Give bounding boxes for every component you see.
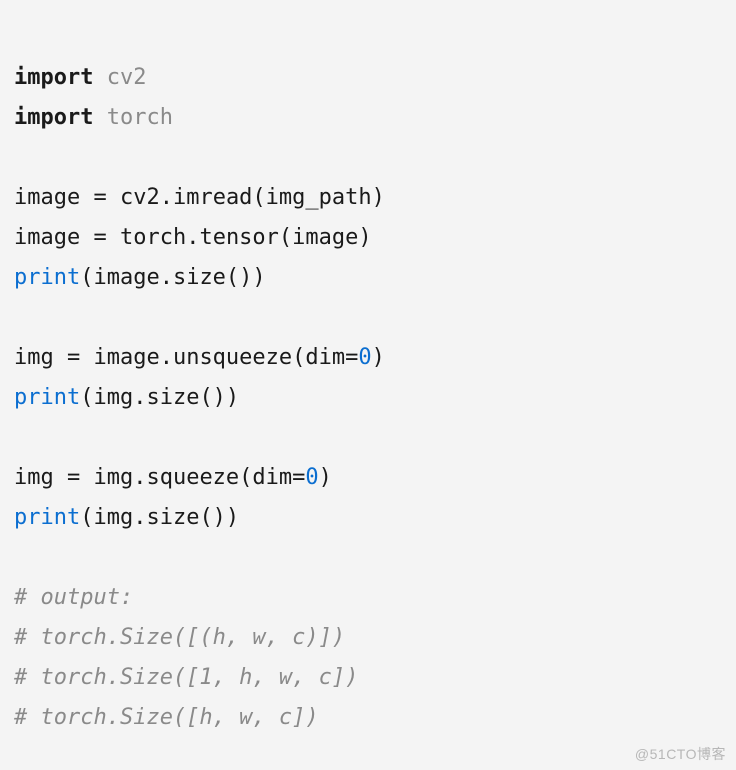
watermark: @51CTO博客 bbox=[635, 744, 726, 764]
expr-part: image.unsqueeze(dim bbox=[80, 345, 345, 370]
code-line-1: import cv2 bbox=[14, 65, 146, 90]
expr-part: img.squeeze(dim bbox=[80, 465, 292, 490]
code-line-4: image = cv2.imread(img_path) bbox=[14, 185, 385, 210]
paren-close: ) bbox=[319, 465, 332, 490]
module-cv2: cv2 bbox=[107, 65, 147, 90]
expr: cv2.imread(img_path) bbox=[107, 185, 385, 210]
call-args: (image.size()) bbox=[80, 265, 265, 290]
func-print: print bbox=[14, 385, 80, 410]
paren-close: ) bbox=[372, 345, 385, 370]
assign-op: = bbox=[67, 345, 80, 370]
module-torch: torch bbox=[107, 105, 173, 130]
keyword-import: import bbox=[14, 65, 93, 90]
assign-op: = bbox=[93, 185, 106, 210]
func-print: print bbox=[14, 505, 80, 530]
code-line-5: image = torch.tensor(image) bbox=[14, 225, 372, 250]
code-line-9: print(img.size()) bbox=[14, 385, 239, 410]
comment-size-3: # torch.Size([h, w, c]) bbox=[14, 705, 319, 730]
var-image: image bbox=[14, 185, 93, 210]
code-line-8: img = image.unsqueeze(dim=0) bbox=[14, 345, 385, 370]
expr: torch.tensor(image) bbox=[107, 225, 372, 250]
assign-kw: = bbox=[292, 465, 305, 490]
var-img: img bbox=[14, 465, 67, 490]
assign-op: = bbox=[67, 465, 80, 490]
num-zero: 0 bbox=[305, 465, 318, 490]
code-line-6: print(image.size()) bbox=[14, 265, 266, 290]
assign-op: = bbox=[93, 225, 106, 250]
func-print: print bbox=[14, 265, 80, 290]
assign-kw: = bbox=[345, 345, 358, 370]
code-line-11: img = img.squeeze(dim=0) bbox=[14, 465, 332, 490]
keyword-import: import bbox=[14, 105, 93, 130]
num-zero: 0 bbox=[358, 345, 371, 370]
code-line-12: print(img.size()) bbox=[14, 505, 239, 530]
var-img: img bbox=[14, 345, 67, 370]
comment-size-1: # torch.Size([(h, w, c)]) bbox=[14, 625, 345, 650]
code-block: import cv2 import torch image = cv2.imre… bbox=[0, 0, 736, 738]
comment-size-2: # torch.Size([1, h, w, c]) bbox=[14, 665, 358, 690]
call-args: (img.size()) bbox=[80, 385, 239, 410]
var-image: image bbox=[14, 225, 93, 250]
code-line-2: import torch bbox=[14, 105, 173, 130]
call-args: (img.size()) bbox=[80, 505, 239, 530]
comment-output: # output: bbox=[14, 585, 133, 610]
